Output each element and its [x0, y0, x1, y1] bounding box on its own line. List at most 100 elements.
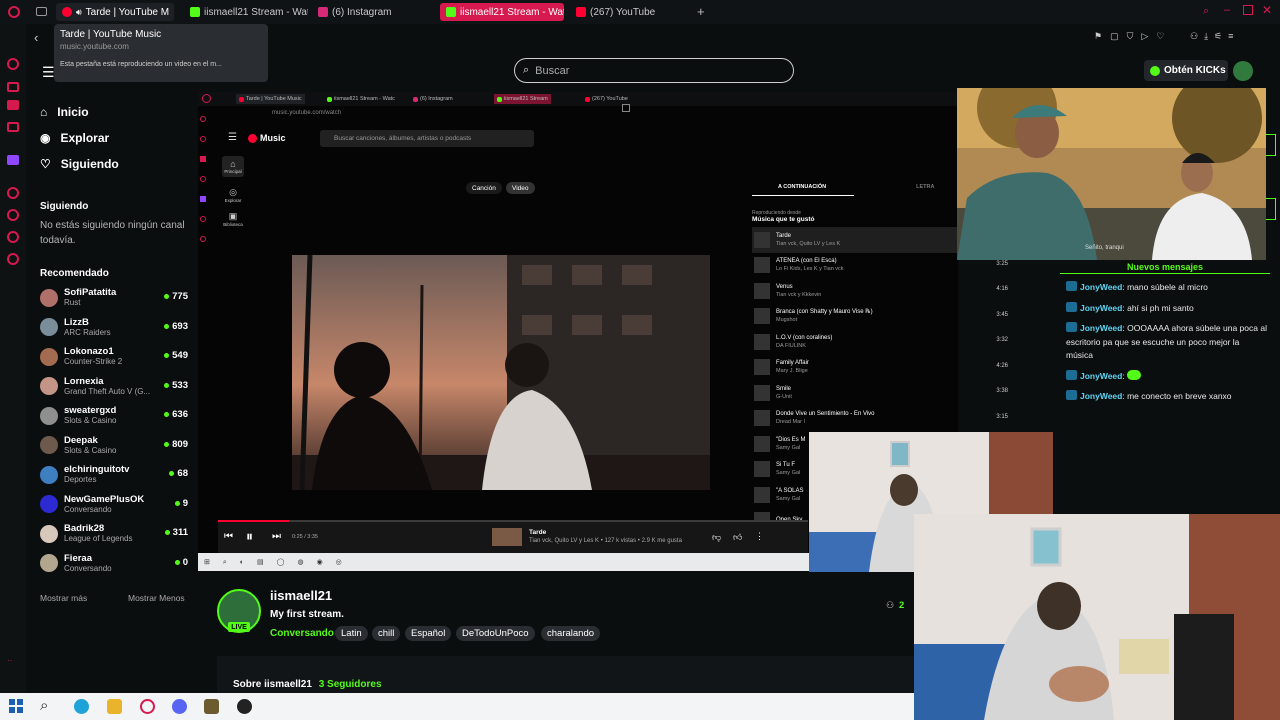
live-dot-icon — [164, 382, 170, 388]
tag-detodounpoco[interactable]: DeTodoUnPoco — [456, 626, 535, 641]
tab-youtube[interactable]: (267) YouTube — [570, 3, 670, 21]
downloads-icon[interactable] — [7, 231, 19, 243]
yt-music-logo-icon — [248, 133, 257, 143]
live-dot-icon — [164, 294, 170, 299]
chat-text: ahí si ph mi santo — [1127, 302, 1194, 313]
webcam-overlay-main — [914, 514, 1280, 720]
nav-home[interactable]: ⌂ Inicio — [26, 99, 192, 125]
queue-thumb — [754, 308, 770, 325]
search-input[interactable]: ⌕ Buscar — [514, 58, 794, 83]
emote-icon — [1127, 369, 1142, 380]
tooltip-title: Tarde | YouTube Music — [60, 29, 162, 40]
live-dot-icon — [164, 441, 170, 447]
stream-title: My first stream. — [270, 609, 344, 620]
chat-message: JonyWeed: OOOAAAA ahora súbele una poca … — [1066, 322, 1267, 360]
start-icon[interactable] — [9, 699, 23, 713]
opera-gx-icon[interactable] — [140, 699, 155, 714]
more-icon[interactable]: ·· — [7, 656, 12, 665]
taskbar-search-icon[interactable]: ⌕ — [40, 697, 48, 714]
twitch-icon[interactable] — [7, 155, 19, 165]
chat-username[interactable]: JonyWeed — [1080, 282, 1122, 292]
minimize-icon[interactable]: – — [1224, 4, 1230, 16]
live-dot-icon — [164, 323, 170, 329]
queue-thumb — [754, 333, 770, 350]
whatsapp-icon[interactable] — [7, 100, 19, 110]
chat-username[interactable]: JonyWeed — [1080, 371, 1122, 381]
channel-avatar-icon — [40, 554, 58, 573]
close-window-icon[interactable]: ✕ — [1262, 3, 1272, 17]
compass-icon: ◉ — [40, 131, 51, 145]
settings-icon[interactable] — [7, 253, 19, 265]
recommended-channel[interactable]: SofiPatatita Rust 775 — [26, 283, 192, 313]
nav-explore[interactable]: ◉ Explorar — [26, 125, 192, 151]
instagram-icon[interactable] — [7, 122, 19, 132]
workspaces-icon[interactable] — [36, 7, 47, 16]
tag-charalando[interactable]: charalando — [541, 626, 601, 641]
new-tab-button[interactable]: + — [697, 4, 705, 19]
tab-kick-stream[interactable]: iismaell21 Stream - Watch — [184, 3, 308, 21]
verified-badge-icon — [1066, 390, 1077, 400]
tab-instagram[interactable]: (6) Instagram — [312, 3, 422, 21]
tag-espanol[interactable]: Español — [405, 626, 452, 641]
channel-avatar-icon — [40, 347, 58, 366]
queue-thumb — [754, 257, 770, 274]
messenger-icon[interactable] — [7, 82, 19, 92]
file-explorer-icon[interactable] — [107, 699, 122, 714]
queue-thumb — [754, 384, 770, 401]
queue-thumb — [754, 461, 770, 478]
opera-logo-icon[interactable] — [8, 6, 20, 18]
recommended-channel[interactable]: Deepak Slots & Casino 809 — [26, 431, 192, 461]
kicks-coin-icon — [1150, 65, 1160, 76]
stream-category[interactable]: Conversando — [270, 628, 334, 639]
youtube-music-favicon-icon — [62, 7, 72, 17]
league-icon[interactable] — [204, 699, 219, 714]
chat-username[interactable]: JonyWeed — [1080, 323, 1122, 333]
obs-icon[interactable] — [237, 699, 252, 714]
user-avatar[interactable] — [1233, 61, 1253, 81]
verified-badge-icon — [1066, 301, 1077, 312]
tab-youtube-music[interactable]: 🔊︎ Tarde | YouTube M ✕ — [56, 3, 174, 21]
queue-thumb — [754, 410, 770, 427]
like-icon: 👍︎ — [733, 532, 743, 542]
search-tabs-icon[interactable]: ⌕ — [1203, 5, 1209, 18]
history-icon[interactable] — [7, 187, 19, 199]
toolbar-actions-icon[interactable]: ⚇⤓⚟≡ — [1190, 31, 1239, 42]
recommended-channel[interactable]: LizzB ARC Raiders 693 — [26, 313, 192, 343]
channel-name[interactable]: iismaell21 — [270, 588, 332, 603]
channel-avatar-icon — [40, 288, 58, 307]
new-messages-divider: Nuevos mensajes — [1060, 262, 1270, 274]
now-playing-meta: Tian vck, Quito LV y Les K • 127 k vista… — [529, 538, 682, 544]
tag-latin[interactable]: Latin — [335, 626, 368, 641]
yt-progress-fill — [218, 520, 289, 522]
clock-icon[interactable] — [7, 209, 19, 221]
chat-username[interactable]: JonyWeed — [1080, 391, 1122, 401]
recommended-channel[interactable]: Badrik28 League of Legends 311 — [26, 519, 192, 549]
recommended-channel[interactable]: sweatergxd Slots & Casino 636 — [26, 401, 192, 431]
recommended-channel[interactable]: Fieraa Conversando 0 — [26, 549, 192, 579]
aria-icon[interactable] — [7, 58, 19, 70]
following-title: Siguiendo — [40, 201, 89, 212]
recommended-channel[interactable]: elchiringuitotv Deportes 68 — [26, 460, 192, 490]
recommended-channel[interactable]: Lokonazo1 Counter-Strike 2 549 — [26, 342, 192, 372]
recommended-channel[interactable]: NewGamePlusOK Conversando 9 — [26, 490, 192, 520]
recommended-channel[interactable]: Lornexia Grand Theft Auto V (G... 533 — [26, 372, 192, 402]
nav-following[interactable]: ♡ Siguiendo — [26, 151, 192, 177]
edge-icon[interactable] — [74, 699, 89, 714]
toolbar-extensions-icon[interactable]: ⚑▢⛉▷♡ — [1094, 31, 1172, 42]
maximize-icon[interactable] — [1243, 5, 1253, 15]
youtube-favicon-icon — [576, 7, 586, 17]
show-less-link[interactable]: Mostrar Menos — [128, 593, 185, 603]
back-icon[interactable]: ‹ — [34, 30, 38, 45]
chat-username[interactable]: JonyWeed — [1080, 303, 1122, 313]
pause-icon: ⏸︎ — [246, 528, 253, 544]
chat-message: JonyWeed: me conecto en breve xanxo — [1060, 390, 1268, 404]
discord-icon[interactable] — [172, 699, 187, 714]
tag-chill[interactable]: chill — [372, 626, 401, 641]
show-more-link[interactable]: Mostrar más — [40, 593, 87, 603]
live-dot-icon — [164, 530, 170, 535]
menu-icon[interactable]: ☰ — [42, 64, 55, 81]
get-kicks-button[interactable]: Obtén KICKs — [1144, 60, 1228, 81]
yt-search-input: Buscar canciones, álbumes, artistas o po… — [320, 130, 534, 147]
verified-badge-icon — [1066, 322, 1077, 332]
tab-kick-stream-2[interactable]: iismaell21 Stream - Watch — [440, 3, 564, 21]
